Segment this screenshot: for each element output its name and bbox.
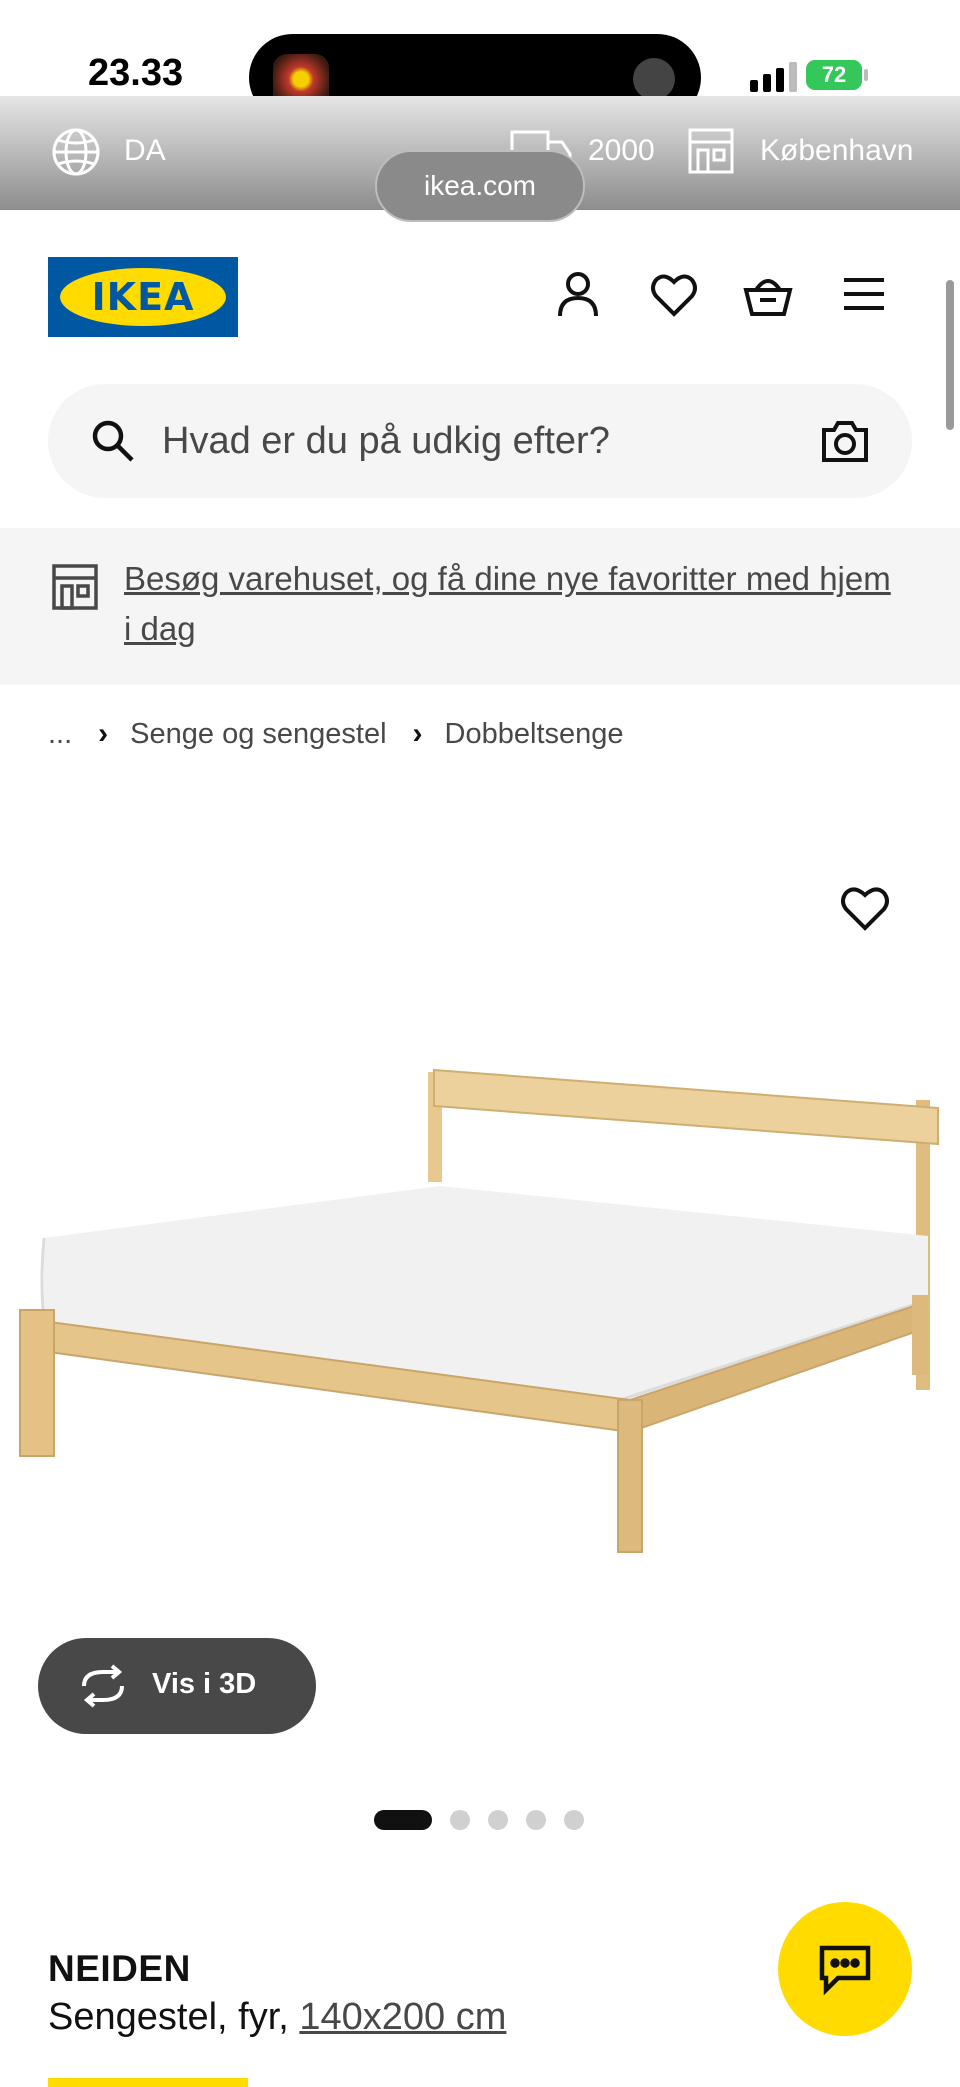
view-in-3d-label: Vis i 3D <box>152 1668 257 1700</box>
battery-tip <box>864 69 868 81</box>
battery-level: 72 <box>821 62 847 87</box>
basket-icon[interactable] <box>742 268 794 320</box>
image-carousel-indicator <box>374 1810 584 1830</box>
carousel-dot[interactable] <box>450 1810 470 1830</box>
product-description: Sengestel, fyr, 140x200 cm <box>48 1996 506 2039</box>
headboard <box>433 1068 939 1146</box>
user-icon[interactable] <box>552 268 604 320</box>
leg-back-right <box>912 1295 928 1375</box>
status-time: 23.33 <box>88 52 184 94</box>
favourite-heart-icon[interactable] <box>838 882 892 932</box>
scrollbar[interactable] <box>946 280 954 430</box>
chat-button[interactable] <box>778 1902 912 2036</box>
cellular-signal-icon <box>750 62 797 92</box>
logo-text: IKEA <box>60 268 226 326</box>
camera-search-icon[interactable] <box>820 418 870 464</box>
search-bar[interactable]: Hvad er du på udkig efter? <box>48 384 912 498</box>
product-type: Sengestel, fyr, <box>48 1996 300 2038</box>
product-size-link[interactable]: 140x200 cm <box>299 1996 506 2038</box>
product-name: NEIDEN <box>48 1948 191 1989</box>
ikea-logo[interactable]: IKEA <box>48 257 238 337</box>
search-input[interactable]: Hvad er du på udkig efter? <box>162 420 610 463</box>
rotate-3d-icon <box>82 1664 124 1708</box>
breadcrumb-item-double-beds[interactable]: Dobbeltsenge <box>445 718 624 751</box>
carousel-dot[interactable] <box>526 1810 546 1830</box>
chevron-right-icon: › <box>412 717 423 750</box>
heart-icon[interactable] <box>648 268 700 320</box>
view-in-3d-button[interactable]: Vis i 3D <box>38 1638 316 1734</box>
store-visit-link[interactable]: Besøg varehuset, og få dine nye favoritt… <box>124 554 904 654</box>
island-indicator-icon <box>633 58 675 100</box>
globe-icon[interactable] <box>50 126 102 178</box>
leg-front-left <box>19 1309 55 1457</box>
chat-icon <box>819 1945 871 1996</box>
price-tag-edge <box>48 2078 248 2087</box>
breadcrumb: ... › Senge og sengestel › Dobbeltsenge <box>48 712 624 756</box>
carousel-dot[interactable] <box>564 1810 584 1830</box>
store-icon[interactable] <box>686 126 736 176</box>
url-bar[interactable]: ikea.com <box>375 150 585 222</box>
carousel-dot-active[interactable] <box>374 1810 432 1830</box>
store-visit-banner[interactable]: Besøg varehuset, og få dine nye favoritt… <box>0 528 960 685</box>
menu-icon[interactable] <box>838 268 890 320</box>
breadcrumb-item-beds[interactable]: Senge og sengestel <box>130 718 386 751</box>
language-selector[interactable]: DA <box>124 134 166 168</box>
store-selector[interactable]: København <box>760 134 913 168</box>
breadcrumb-ellipsis[interactable]: ... <box>48 718 72 751</box>
status-bar: 23.33 72 <box>0 0 960 121</box>
battery-icon: 72 <box>806 60 862 90</box>
product-image[interactable] <box>0 1040 960 1640</box>
postal-code[interactable]: 2000 <box>588 134 655 168</box>
search-icon <box>92 420 134 462</box>
chevron-right-icon: › <box>98 717 109 750</box>
store-icon <box>52 564 98 610</box>
carousel-dot[interactable] <box>488 1810 508 1830</box>
leg-front-right <box>617 1399 643 1553</box>
